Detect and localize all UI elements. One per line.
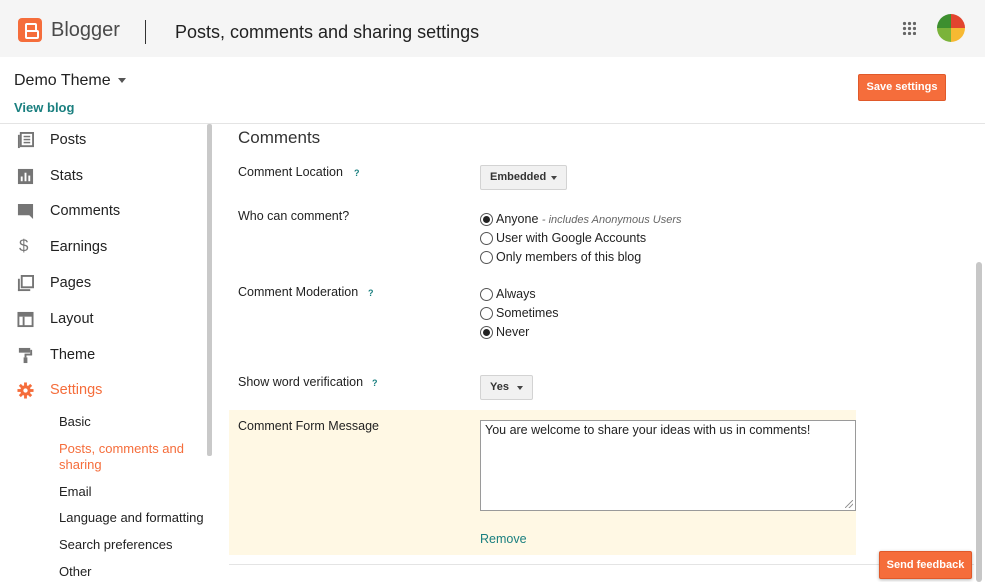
sidebar-item-label: Stats: [50, 168, 84, 184]
sidebar-item-comments[interactable]: Comments: [0, 196, 205, 226]
help-icon[interactable]: ?: [372, 378, 378, 388]
stats-icon: [17, 168, 34, 185]
comment-form-message-textarea[interactable]: You are welcome to share your ideas with…: [480, 420, 856, 511]
radio-label: User with Google Accounts: [496, 231, 647, 245]
blog-selector[interactable]: Demo Theme: [14, 72, 111, 90]
sidebar-subitem-other[interactable]: Other: [59, 564, 209, 580]
word-verification-dropdown[interactable]: Yes: [480, 375, 533, 400]
radio-button[interactable]: [480, 307, 493, 320]
sidebar: Posts Stats Comments $ Earnings Pages La…: [0, 124, 215, 582]
radio-label: Only members of this blog: [496, 250, 642, 264]
comments-icon: [17, 203, 34, 220]
layout-icon: [17, 311, 34, 328]
sidebar-item-settings[interactable]: Settings: [0, 375, 205, 405]
radio-button[interactable]: [480, 288, 493, 301]
apps-grid-icon[interactable]: [902, 21, 916, 35]
send-feedback-button[interactable]: Send feedback: [879, 551, 972, 579]
sidebar-item-stats[interactable]: Stats: [0, 161, 205, 191]
sidebar-item-layout[interactable]: Layout: [0, 304, 205, 334]
blogger-logo-icon[interactable]: [18, 18, 42, 42]
sidebar-item-label: Pages: [50, 275, 92, 291]
help-icon[interactable]: ?: [368, 288, 374, 298]
sidebar-item-label: Theme: [50, 347, 96, 363]
top-bar: Blogger Posts, comments and sharing sett…: [0, 0, 985, 57]
sidebar-subitem-language-formatting[interactable]: Language and formatting: [59, 510, 209, 526]
pages-icon: [17, 275, 34, 292]
sidebar-subitem-search-preferences[interactable]: Search preferences: [59, 537, 209, 553]
dollar-icon: $: [19, 236, 29, 255]
sidebar-item-pages[interactable]: Pages: [0, 268, 205, 298]
sidebar-item-label: Posts: [50, 132, 87, 148]
radio-label: Sometimes: [496, 306, 559, 320]
view-blog-link[interactable]: View blog: [14, 100, 74, 115]
sidebar-subitem-email[interactable]: Email: [59, 484, 209, 500]
sidebar-item-earnings[interactable]: $ Earnings: [0, 232, 205, 262]
caret-down-icon: [551, 176, 557, 180]
dropdown-value: Yes: [490, 381, 509, 393]
sidebar-item-label: Settings: [50, 382, 103, 398]
sidebar-item-posts[interactable]: Posts: [0, 125, 205, 155]
who-can-comment-label: Who can comment?: [238, 209, 350, 223]
header-divider: [145, 20, 146, 44]
posts-icon: [17, 132, 34, 149]
radio-note: - includes Anonymous Users: [541, 214, 682, 226]
comment-form-message-label: Comment Form Message: [238, 419, 380, 433]
sidebar-item-theme[interactable]: Theme: [0, 340, 205, 370]
radio-label: Never: [496, 325, 530, 339]
avatar[interactable]: [937, 14, 965, 42]
sidebar-scrollbar[interactable]: [207, 124, 212, 456]
radio-button[interactable]: [480, 232, 493, 245]
page-title: Posts, comments and sharing settings: [175, 22, 480, 42]
main-scrollbar[interactable]: [976, 262, 982, 582]
resize-handle-icon[interactable]: [845, 500, 853, 508]
dropdown-value: Embedded: [490, 171, 547, 183]
sidebar-item-label: Comments: [50, 203, 121, 219]
comment-moderation-label: Comment Moderation: [238, 285, 359, 299]
gear-icon: [17, 382, 34, 399]
brand-name[interactable]: Blogger: [51, 19, 120, 42]
paint-roller-icon: [18, 347, 33, 364]
save-settings-button[interactable]: Save settings: [858, 74, 946, 101]
radio-label: Anyone: [496, 212, 539, 226]
radio-button[interactable]: [480, 251, 493, 264]
word-verification-label: Show word verification: [238, 375, 364, 389]
comment-location-label: Comment Location: [238, 165, 343, 179]
radio-label-wrap: Anyone - includes Anonymous Users: [496, 212, 682, 226]
chevron-down-icon[interactable]: [118, 78, 126, 83]
help-icon[interactable]: ?: [354, 168, 360, 178]
sidebar-item-label: Earnings: [50, 239, 108, 255]
caret-down-icon: [517, 386, 523, 390]
sidebar-subitem-basic[interactable]: Basic: [59, 414, 209, 430]
radio-button[interactable]: [480, 326, 493, 339]
sidebar-subitem-posts-comments-sharing[interactable]: Posts, comments and sharing: [59, 441, 209, 473]
radio-button[interactable]: [480, 213, 493, 226]
comment-location-dropdown[interactable]: Embedded: [480, 165, 567, 190]
radio-label: Always: [496, 287, 536, 301]
remove-link[interactable]: Remove: [480, 532, 527, 546]
sidebar-item-label: Layout: [50, 311, 94, 327]
section-title-comments: Comments: [238, 128, 321, 147]
section-divider: [229, 564, 974, 565]
